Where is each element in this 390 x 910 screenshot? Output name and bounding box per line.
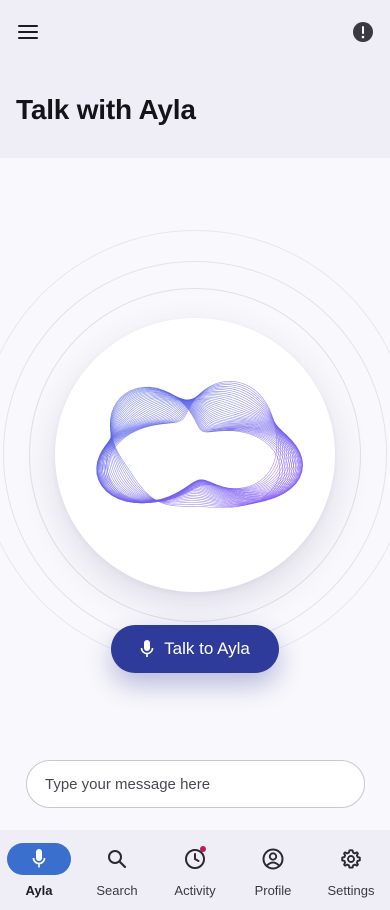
nav-icon-container — [241, 843, 305, 875]
wave-lines — [96, 381, 303, 508]
nav-item-profile[interactable]: Profile — [234, 830, 312, 910]
info-button[interactable] — [349, 19, 377, 45]
nav-item-search[interactable]: Search — [78, 830, 156, 910]
nav-icon-container — [85, 843, 149, 875]
bottom-navigation: Ayla Search Activity Profile Settings — [0, 830, 390, 910]
nav-item-settings[interactable]: Settings — [312, 830, 390, 910]
microphone-icon — [32, 849, 46, 868]
menu-button[interactable] — [14, 19, 42, 45]
page-title: Talk with Ayla — [16, 94, 196, 125]
nav-label: Settings — [327, 883, 375, 898]
profile-icon — [262, 848, 284, 870]
talk-to-ayla-button[interactable]: Talk to Ayla — [111, 625, 279, 673]
search-icon — [108, 850, 127, 869]
nav-item-activity[interactable]: Activity — [156, 830, 234, 910]
wave-visual-icon — [96, 381, 303, 508]
nav-icon-container — [7, 843, 71, 875]
voice-stage: Talk to Ayla — [0, 158, 390, 830]
app-header: Talk with Ayla — [0, 0, 390, 158]
nav-item-ayla[interactable]: Ayla — [0, 830, 78, 910]
alert-circle-icon — [353, 22, 373, 42]
nav-label: Profile — [254, 883, 292, 898]
nav-icon-container — [163, 843, 227, 875]
activity-badge-dot — [200, 846, 206, 852]
gear-icon — [341, 849, 361, 869]
hamburger-menu-icon — [18, 25, 38, 39]
nav-label: Ayla — [25, 883, 53, 898]
nav-icon-container — [319, 843, 383, 875]
ayla-orb — [55, 318, 335, 592]
message-input[interactable] — [26, 760, 365, 808]
microphone-icon — [140, 640, 154, 657]
nav-label: Search — [96, 883, 138, 898]
talk-button-label: Talk to Ayla — [164, 639, 250, 658]
nav-label: Activity — [174, 883, 216, 898]
